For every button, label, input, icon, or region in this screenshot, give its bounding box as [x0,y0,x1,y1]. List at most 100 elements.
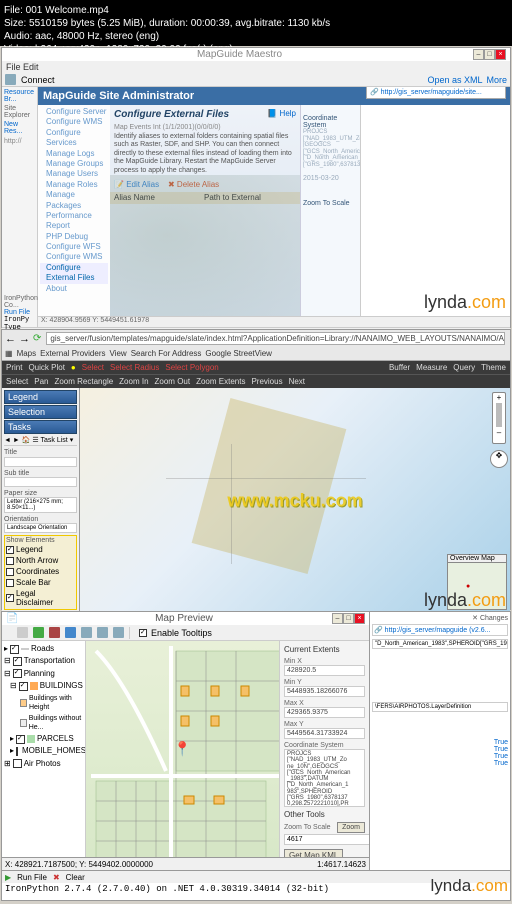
zoomout-btn[interactable]: Zoom Out [155,377,191,386]
tree-item[interactable]: Manage Groups [40,159,108,169]
tree-item[interactable]: Configure WMS [40,117,108,127]
select-radius-btn[interactable]: Select Radius [110,363,159,372]
tree-item[interactable]: Configure WFS [40,242,108,252]
scale-input[interactable] [284,834,369,845]
gsv-menu[interactable]: Google StreetView [205,349,272,358]
cb-trans[interactable] [13,657,22,666]
selection-hdr[interactable]: Selection [4,405,77,419]
conn2[interactable]: 🔗 http://gis_server/mapguide (v2.6... [372,624,508,636]
tree-item[interactable]: Configure Server [40,107,108,117]
query-btn[interactable]: Query [453,363,475,372]
tasklist-btn[interactable]: Task List [41,437,68,444]
tasks-hdr[interactable]: Tasks [4,420,77,434]
reload-icon[interactable]: ⟳ [33,333,41,344]
preview-toolbar[interactable]: Enable Tooltips [2,625,369,641]
pane1-toolbar[interactable]: Connect Open as XML More [2,73,510,87]
cb-plan[interactable] [13,669,22,678]
select-btn[interactable]: Select [82,363,104,372]
zoom-scale[interactable]: Zoom To Scale [303,200,358,207]
new-resource-btn[interactable]: New Res... [4,121,35,135]
measure-btn[interactable]: Measure [416,363,447,372]
paper-select[interactable]: Letter (216×275 mm; 8.50×11...) [4,497,77,513]
preview-map-canvas[interactable]: 📍 [86,641,279,857]
cb-north[interactable] [6,557,14,565]
more-btn[interactable]: More [486,75,507,85]
ipy-clear-btn[interactable]: Clear [66,873,85,882]
view-menu[interactable]: View [109,349,126,358]
minimize-button[interactable]: – [332,613,343,624]
close-button[interactable]: × [495,49,506,60]
search-menu[interactable]: Search For Address [131,349,202,358]
select2-btn[interactable]: Select [6,377,28,386]
tree-item[interactable]: Manage Packages [40,190,108,211]
zoomout-icon[interactable] [49,627,60,638]
subtitle-input[interactable] [4,477,77,487]
cb-bldg[interactable] [19,682,28,691]
tool-toolbar[interactable]: Print Quick Plot ●Select Select Radius S… [2,361,510,374]
quickplot-btn[interactable]: Quick Plot [28,363,64,372]
admin-tree[interactable]: Configure Server Configure WMS Configure… [38,105,110,325]
site-explorer-label[interactable]: Site Explorer [4,105,35,119]
close-button[interactable]: × [354,613,365,624]
tree-item[interactable]: Configure Services [40,128,108,149]
cb-coords[interactable] [6,568,14,576]
layer-tree[interactable]: ▸Roads ⊟Transportation ⊟Planning ⊟BUILDI… [2,641,86,857]
address-bar[interactable]: gis_server/fusion/templates/mapguide/sla… [46,332,505,345]
minimize-button[interactable]: – [473,49,484,60]
fwd-icon[interactable]: → [19,333,30,345]
tree-item[interactable]: Manage Roles [40,180,108,190]
zoomrect-btn[interactable]: Zoom Rectangle [54,377,113,386]
tree-item[interactable]: PHP Debug [40,232,108,242]
http-node[interactable]: http:// [4,138,35,145]
tool-icon[interactable] [97,627,108,638]
menu-toolbar[interactable]: ▦ Maps External Providers View Search Fo… [2,347,510,361]
orient-select[interactable]: Landscape Orientation [4,523,77,533]
print-btn[interactable]: Print [6,363,22,372]
ext-prov-menu[interactable]: External Providers [40,349,105,358]
help-link[interactable]: 📘 Help [267,109,296,118]
legend-hdr[interactable]: Legend [4,390,77,404]
tree-item[interactable]: Performance Report [40,211,108,232]
cb-legend[interactable] [6,546,14,554]
get-kml-btn[interactable]: Get Map KML [284,849,343,857]
next-btn[interactable]: Next [289,377,305,386]
tree-item[interactable]: Manage Users [40,169,108,179]
ipy-run[interactable]: Run File [4,309,35,316]
resource-label[interactable]: Resource Br... [4,89,35,103]
connect-icon[interactable] [5,74,16,85]
addr-link[interactable]: 🔗 http://gis_server/mapguide/site... [366,87,506,99]
ipy-run-btn[interactable]: Run File [17,873,47,882]
tool-icon[interactable] [113,627,124,638]
tree-item[interactable]: Manage Logs [40,149,108,159]
zoomext-btn[interactable]: Zoom Extents [196,377,245,386]
cb-mobile[interactable] [16,747,18,756]
zoom-slider[interactable]: +– [492,392,506,444]
tool-icon[interactable] [81,627,92,638]
prev-btn[interactable]: Previous [251,377,282,386]
maximize-button[interactable]: □ [484,49,495,60]
zoomin-icon[interactable] [33,627,44,638]
pane1-menubar[interactable]: File Edit [2,61,510,73]
tool-icon[interactable] [17,627,28,638]
zoomin-btn[interactable]: Zoom In [119,377,148,386]
tree-item[interactable]: Configure External Files [40,263,108,284]
cb-disc[interactable] [6,594,14,602]
open-xml-btn[interactable]: Open as XML [427,75,482,85]
buffer-btn[interactable]: Buffer [389,363,410,372]
connect-btn[interactable]: Connect [21,75,55,85]
maximize-button[interactable]: □ [343,613,354,624]
map-canvas[interactable]: www.mcku.com +– ✥ Overview Map ● lynda.c… [80,388,510,613]
pan-wheel[interactable]: ✥ [490,450,508,468]
theme-btn[interactable]: Theme [481,363,506,372]
back-icon[interactable]: ← [5,333,16,345]
select-poly-btn[interactable]: Select Polygon [165,363,218,372]
changes-tab[interactable]: ✕ Changes [372,614,508,624]
zoom-btn[interactable]: Zoom [337,822,365,833]
cb-roads[interactable] [10,645,19,654]
extent-icon[interactable] [65,627,76,638]
pan-btn[interactable]: Pan [34,377,48,386]
cb-scale[interactable] [6,579,14,587]
tool-toolbar2[interactable]: Select Pan Zoom Rectangle Zoom In Zoom O… [2,374,510,388]
maps-menu[interactable]: Maps [17,349,37,358]
title-input[interactable] [4,457,77,467]
